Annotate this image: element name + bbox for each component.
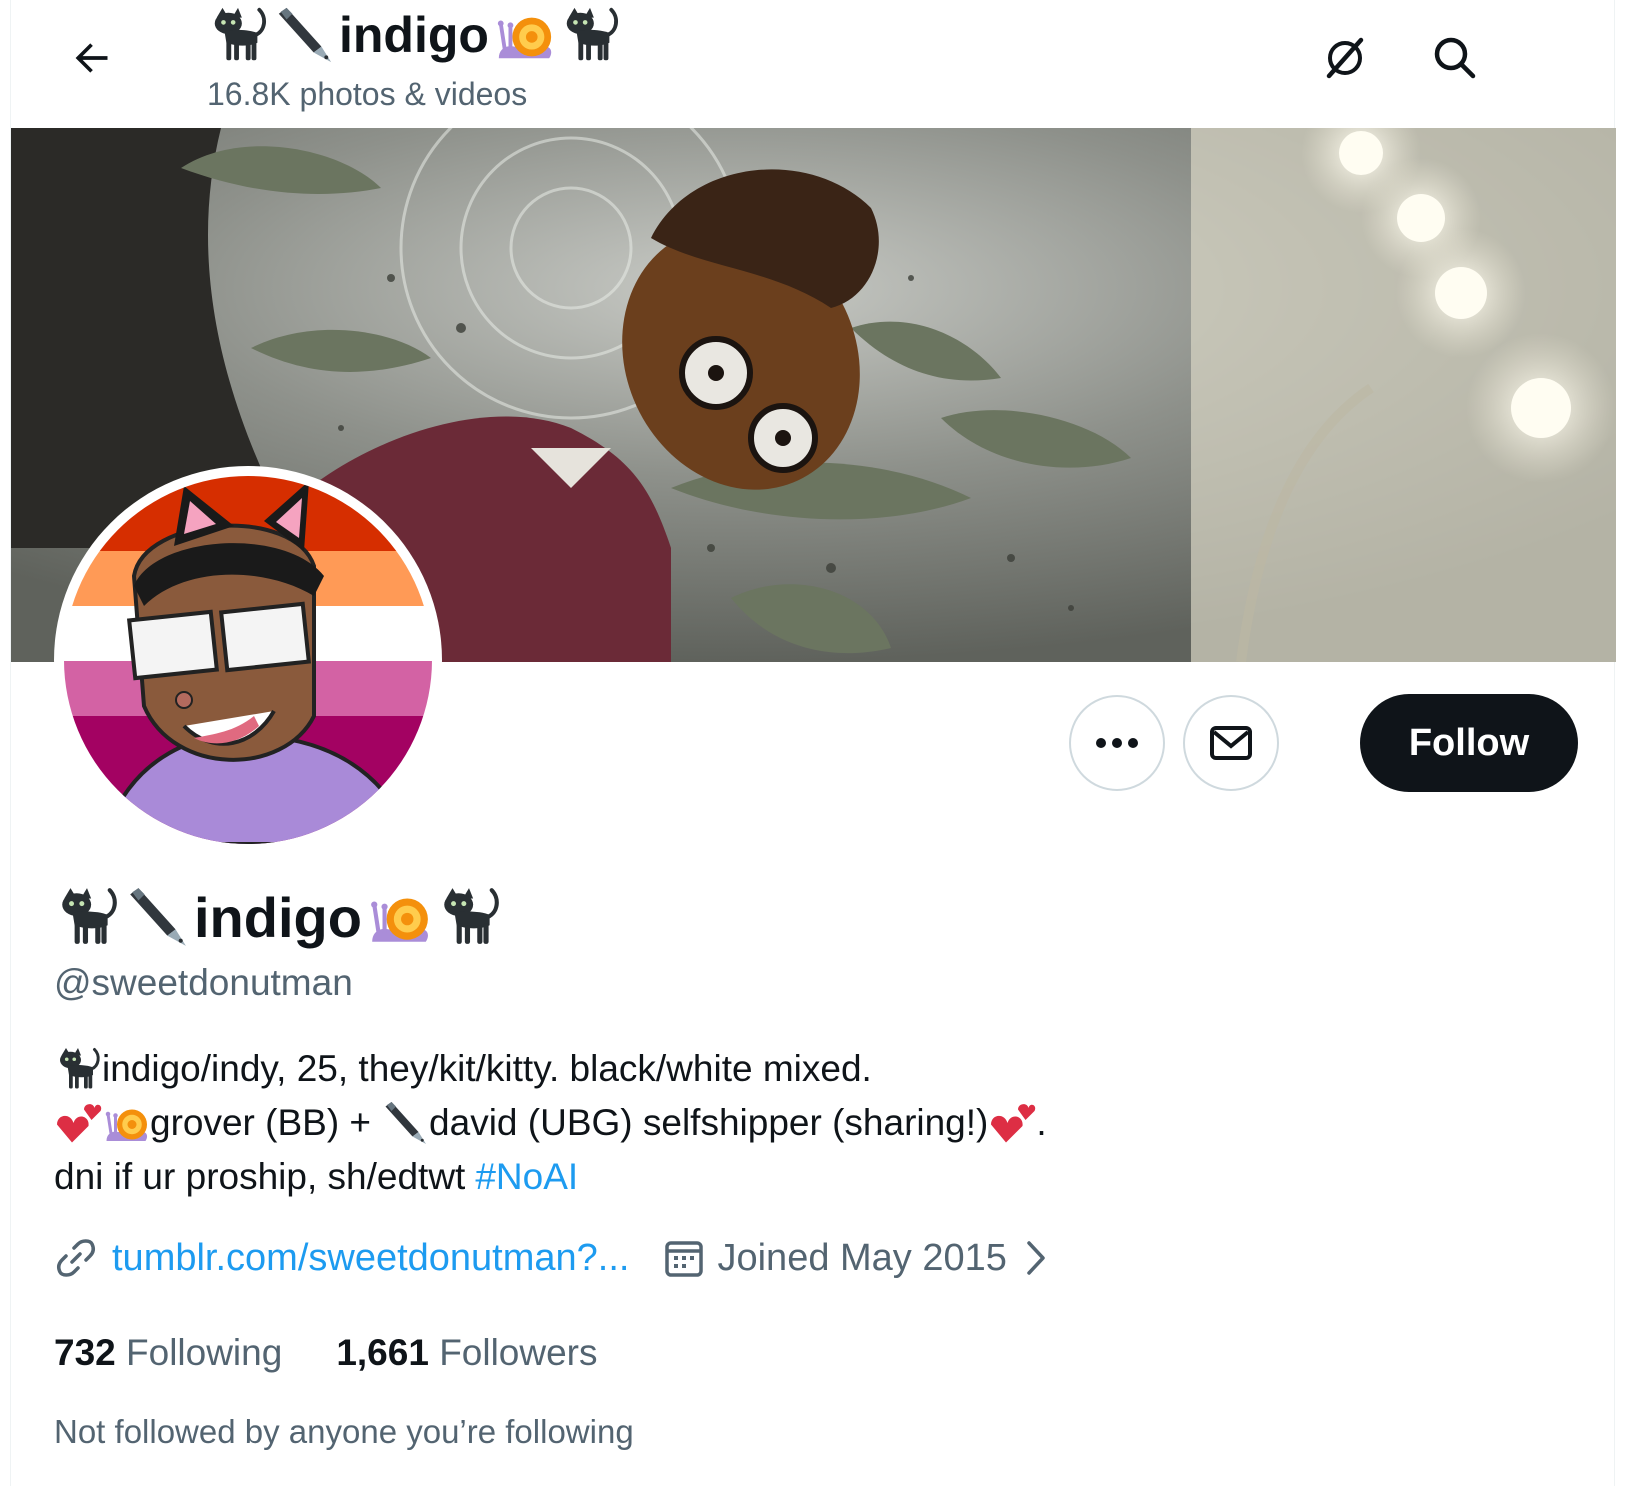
header-name-text: indigo	[339, 7, 489, 63]
mutual-followers-note: Not followed by anyone you’re following	[54, 1413, 634, 1450]
bio-line-2b: david (UBG) selfshipper (sharing!)	[429, 1102, 989, 1143]
black-cat-emoji	[436, 884, 502, 950]
calendar-icon	[665, 1241, 704, 1277]
snail-emoji	[102, 1099, 150, 1147]
envelope-icon	[1210, 726, 1252, 760]
message-button[interactable]	[1183, 695, 1279, 791]
profile-column: indigo 16.8K photos & videos Follow indi…	[10, 0, 1616, 1486]
black-cat-emoji	[54, 884, 120, 950]
display-name: indigo	[54, 884, 502, 950]
black-cat-emoji	[207, 4, 269, 66]
search-icon	[1434, 37, 1476, 79]
more-button[interactable]	[1069, 695, 1165, 791]
black-cat-emoji	[559, 4, 621, 66]
grok-icon	[1326, 37, 1364, 79]
snail-emoji	[493, 4, 555, 66]
black-cat-emoji	[54, 1045, 102, 1093]
bio-line: dni if ur proship, sh/edtwt #NoAI	[54, 1150, 1554, 1204]
profile-avatar[interactable]	[54, 466, 442, 854]
hearts-emoji	[54, 1099, 102, 1147]
bio-line: grover (BB) + david (UBG) selfshipper (s…	[54, 1096, 1554, 1150]
bio-line: indigo/indy, 25, they/kit/kitty. black/w…	[54, 1042, 1554, 1096]
followers-count: 1,661	[336, 1332, 429, 1373]
profile-meta: tumblr.com/sweetdonutman?... Joined May …	[54, 1236, 1051, 1280]
following-count: 732	[54, 1332, 116, 1373]
pen-emoji	[124, 884, 190, 950]
joined-date[interactable]: Joined May 2015	[717, 1237, 1006, 1280]
follow-stats: 732 Following 1,661 Followers	[54, 1332, 598, 1374]
pen-emoji	[381, 1099, 429, 1147]
media-count: 16.8K photos & videos	[207, 76, 528, 112]
display-name-text: indigo	[194, 885, 362, 949]
bio-line-1: indigo/indy, 25, they/kit/kitty. black/w…	[102, 1048, 872, 1089]
followers-label: Followers	[439, 1332, 598, 1373]
link-icon	[56, 1239, 96, 1277]
bio-line-3: dni if ur proship, sh/edtwt	[54, 1156, 466, 1197]
header-display-name: indigo	[207, 4, 621, 66]
following-link[interactable]: 732 Following	[54, 1332, 282, 1374]
profile-bio: indigo/indy, 25, they/kit/kitty. black/w…	[54, 1042, 1554, 1204]
search-button[interactable]	[1417, 20, 1493, 96]
profile-header-bar: indigo 16.8K photos & videos	[11, 0, 1614, 124]
bio-line-2c: .	[1036, 1102, 1047, 1143]
hearts-emoji	[988, 1099, 1036, 1147]
following-label: Following	[126, 1332, 283, 1373]
website-link[interactable]: tumblr.com/sweetdonutman?...	[112, 1237, 629, 1280]
grok-button[interactable]	[1307, 20, 1383, 96]
follow-button[interactable]: Follow	[1360, 694, 1578, 792]
back-arrow-icon	[75, 43, 108, 73]
user-handle: @sweetdonutman	[54, 962, 353, 1003]
snail-emoji	[366, 884, 432, 950]
bio-line-2a: grover (BB) +	[150, 1102, 372, 1143]
pen-emoji	[273, 4, 335, 66]
more-icon	[1096, 738, 1138, 748]
chevron-right-icon[interactable]	[1021, 1239, 1051, 1277]
back-button[interactable]	[55, 22, 127, 94]
followers-link[interactable]: 1,661 Followers	[336, 1332, 597, 1374]
avatar-image	[64, 476, 432, 844]
hashtag-link[interactable]: #NoAI	[475, 1150, 578, 1204]
